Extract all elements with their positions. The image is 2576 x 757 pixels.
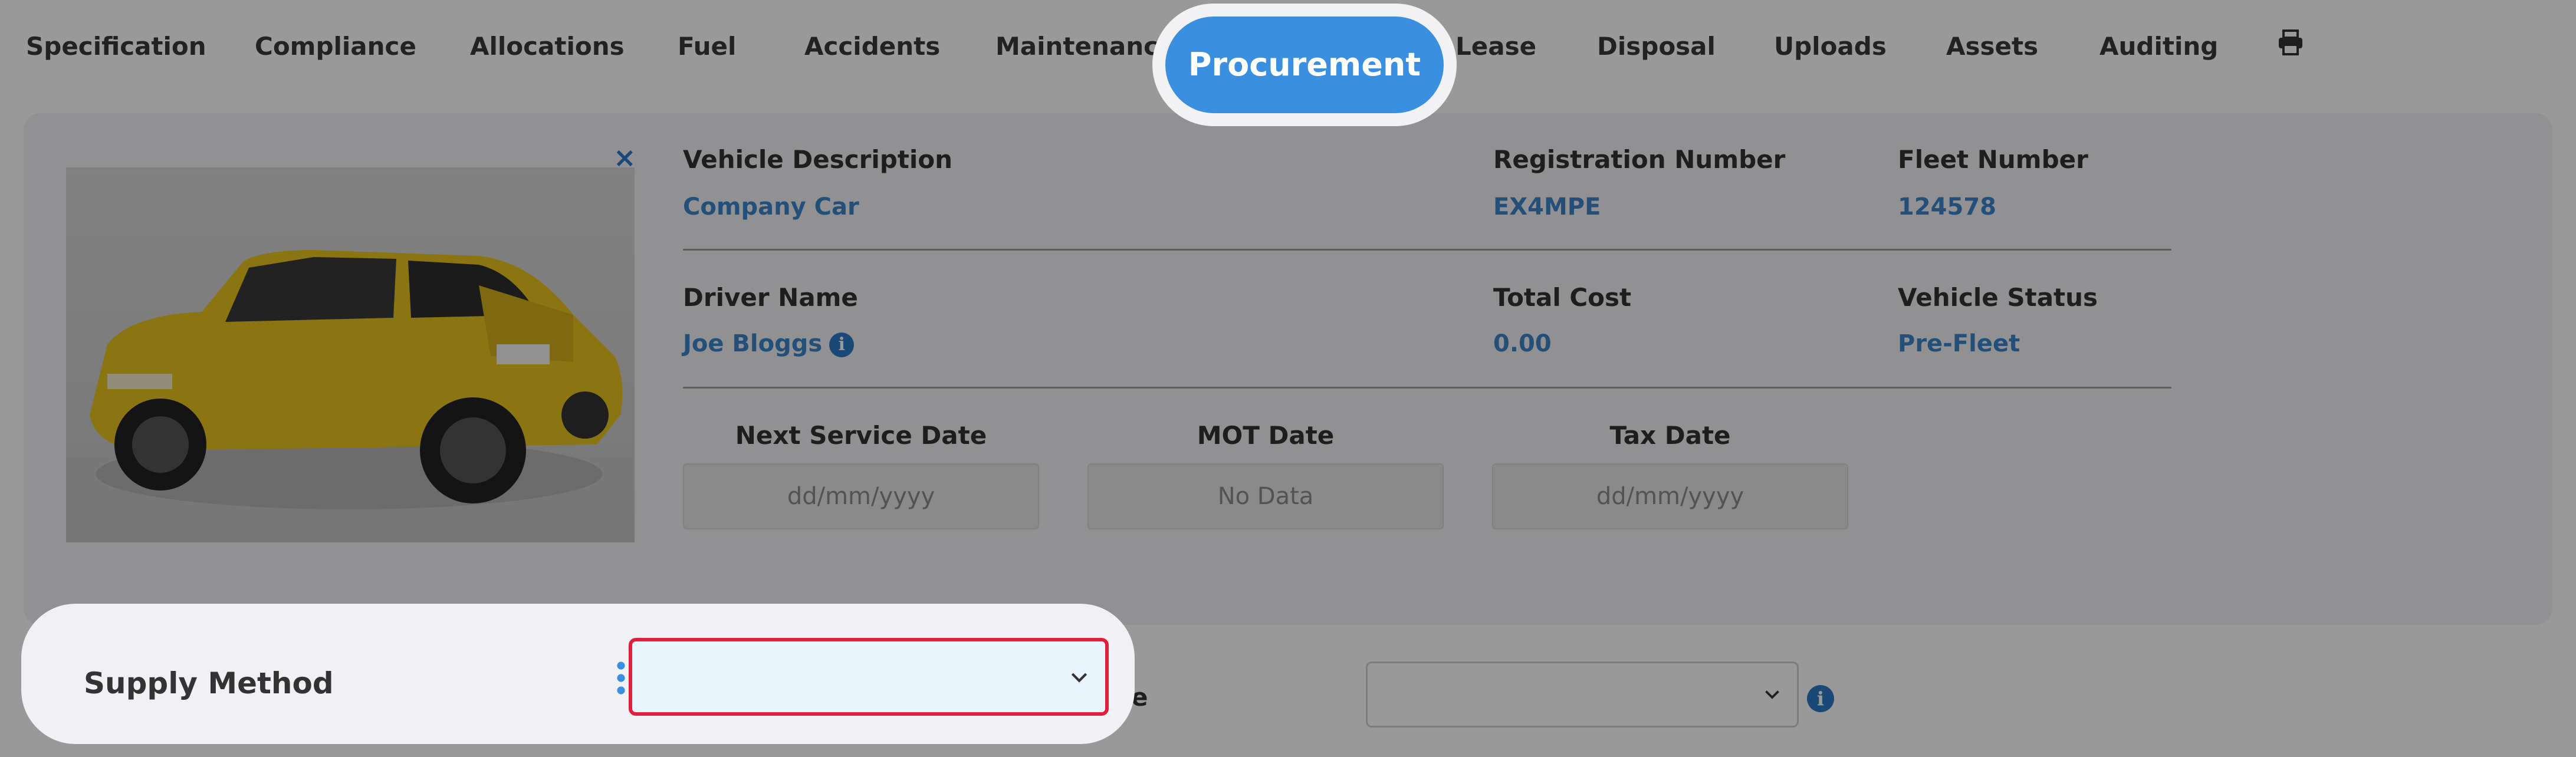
supply-method-label: Supply Method: [84, 666, 334, 700]
tab-procurement[interactable]: Procurement: [1165, 17, 1444, 113]
drag-handle-icon[interactable]: [616, 660, 626, 696]
supply-method-select[interactable]: [629, 638, 1109, 716]
chevron-down-icon: [1071, 673, 1087, 683]
